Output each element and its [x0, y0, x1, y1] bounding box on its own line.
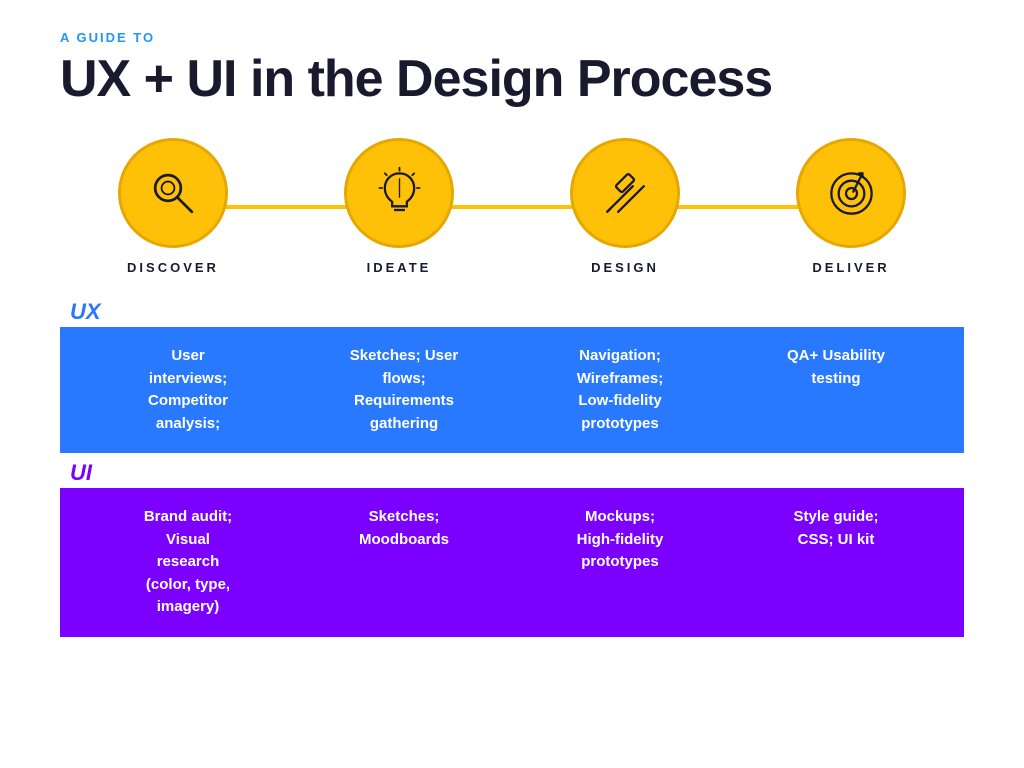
ui-label-bar: UI [60, 456, 964, 488]
step-ideate: IDEATE [309, 138, 489, 275]
step-design: DESIGN [535, 138, 715, 275]
deliver-circle [796, 138, 906, 248]
search-icon [146, 166, 201, 221]
target-icon [824, 166, 879, 221]
ui-cell-2: Mockups; High-fidelity prototypes [512, 506, 728, 619]
step-deliver: DELIVER [761, 138, 941, 275]
ideate-circle [344, 138, 454, 248]
main-title: UX + UI in the Design Process [60, 51, 964, 108]
discover-circle [118, 138, 228, 248]
lightbulb-icon [372, 166, 427, 221]
ui-cell-3: Style guide; CSS; UI kit [728, 506, 944, 619]
deliver-label: DELIVER [812, 260, 889, 275]
subtitle: A GUIDE TO [60, 30, 964, 45]
discover-label: DISCOVER [127, 260, 219, 275]
ui-cell-1: Sketches; Moodboards [296, 506, 512, 619]
step-discover: DISCOVER [83, 138, 263, 275]
ux-cell-0: User interviews; Competitor analysis; [80, 345, 296, 435]
process-row: DISCOVER IDEATE [60, 128, 964, 285]
pencil-ruler-icon [598, 166, 653, 221]
ux-section: UX User interviews; Competitor analysis;… [60, 295, 964, 453]
ux-content: User interviews; Competitor analysis; Sk… [60, 327, 964, 453]
ux-cell-1: Sketches; User flows; Requirements gathe… [296, 345, 512, 435]
ideate-label: IDEATE [367, 260, 432, 275]
ux-cell-2: Navigation; Wireframes; Low-fidelity pro… [512, 345, 728, 435]
ux-label: UX [70, 299, 101, 324]
ux-label-bar: UX [60, 295, 964, 327]
ui-content: Brand audit; Visual research (color, typ… [60, 488, 964, 637]
ui-cell-0: Brand audit; Visual research (color, typ… [80, 506, 296, 619]
design-circle [570, 138, 680, 248]
page: A GUIDE TO UX + UI in the Design Process… [0, 0, 1024, 768]
ux-cell-3: QA+ Usability testing [728, 345, 944, 435]
ui-label: UI [70, 460, 92, 485]
design-label: DESIGN [591, 260, 659, 275]
ui-section: UI Brand audit; Visual research (color, … [60, 456, 964, 637]
